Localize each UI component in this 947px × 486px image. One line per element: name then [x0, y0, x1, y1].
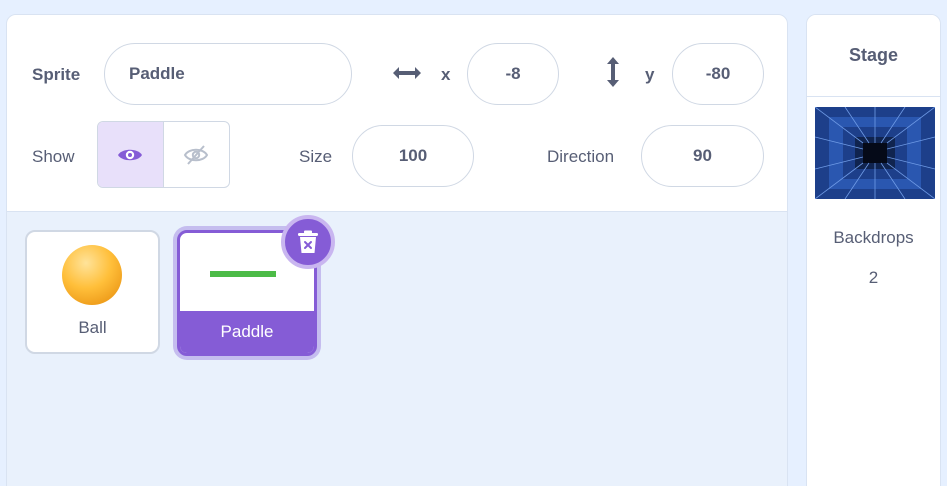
sprite-name-value: Paddle: [129, 64, 185, 83]
show-visible-button[interactable]: [98, 122, 164, 187]
stage-title: Stage: [807, 15, 940, 97]
eye-off-icon: [184, 144, 209, 165]
horizontal-arrows-icon: [393, 67, 421, 79]
sprite-name-input[interactable]: Paddle: [104, 43, 352, 105]
sprite-pane: Sprite Paddle x -8 y -80 Show Size 100 D…: [6, 14, 788, 486]
backdrops-count: 2: [868, 268, 879, 287]
y-value: -80: [705, 64, 731, 83]
show-label: Show: [32, 147, 75, 166]
sprite-info-panel: Sprite Paddle x -8 y -80 Show Size 100 D…: [7, 15, 787, 212]
show-hidden-button[interactable]: [164, 122, 230, 187]
paddle-thumbnail: [210, 271, 276, 277]
sprite-tile-ball[interactable]: Ball: [25, 230, 160, 354]
sprite-tile-label: Paddle: [220, 322, 274, 341]
direction-label: Direction: [547, 147, 615, 166]
ball-thumbnail: [62, 245, 122, 305]
y-label: y: [645, 65, 655, 84]
direction-input[interactable]: 90: [641, 125, 764, 187]
trash-icon: [298, 230, 318, 253]
delete-sprite-button[interactable]: [281, 215, 335, 269]
direction-value: 90: [693, 146, 712, 165]
sprite-label: Sprite: [32, 65, 81, 84]
stage-backdrop-thumbnail: [815, 107, 935, 199]
backdrops-label: Backdrops: [833, 228, 914, 247]
x-value: -8: [505, 64, 521, 83]
sprite-tile-label: Ball: [78, 318, 107, 337]
size-label: Size: [299, 147, 333, 166]
x-label: x: [441, 65, 451, 84]
stage-pane[interactable]: Stage Backdrops 2: [806, 14, 941, 486]
eye-icon: [118, 149, 143, 160]
size-input[interactable]: 100: [352, 125, 474, 187]
size-value: 100: [398, 146, 428, 165]
show-toggle-group: [97, 121, 230, 188]
x-input[interactable]: -8: [467, 43, 559, 105]
vertical-arrows-icon: [607, 57, 619, 87]
y-input[interactable]: -80: [672, 43, 764, 105]
